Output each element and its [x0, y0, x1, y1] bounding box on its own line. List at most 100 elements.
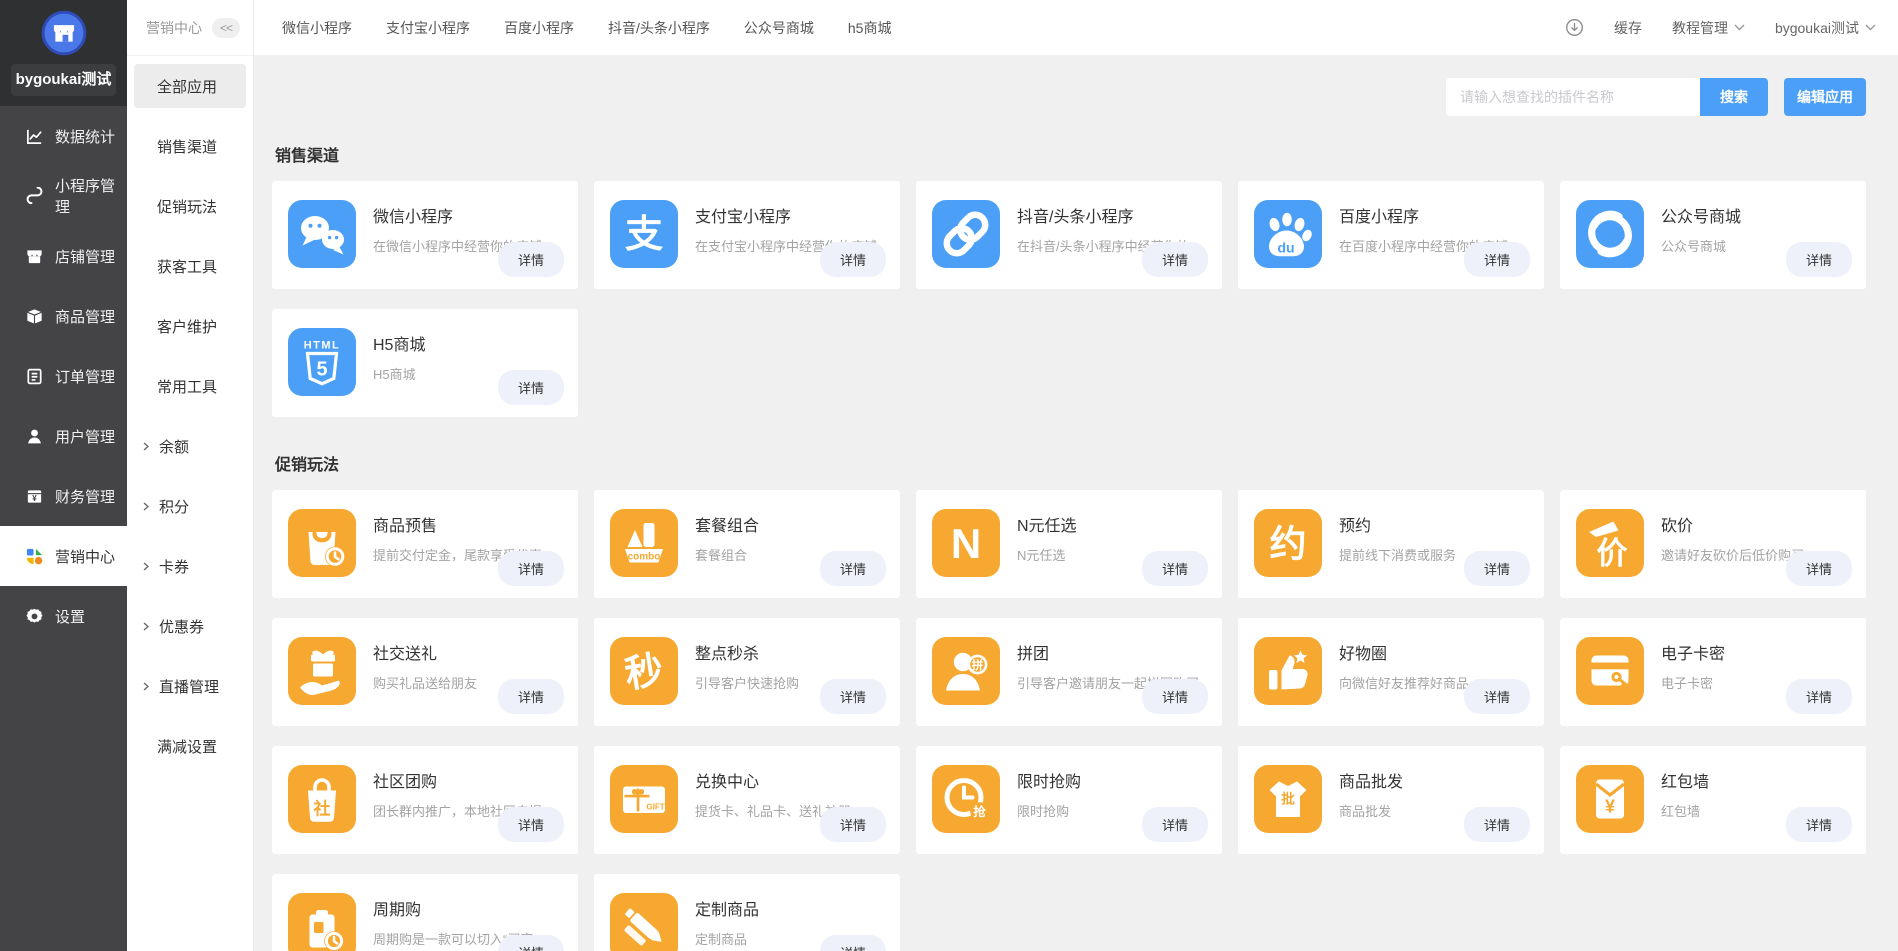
- app-card[interactable]: 价砍价邀请好友砍价后低价购买详情: [1560, 490, 1866, 598]
- card-desc: 购买礼品送给朋友: [373, 673, 477, 692]
- card-detail-button[interactable]: 详情: [1464, 551, 1530, 586]
- marketing-icon: [25, 547, 44, 566]
- app-card[interactable]: 微信小程序在微信小程序中经营你的店铺详情: [272, 181, 578, 289]
- app-card[interactable]: HTML5H5商城H5商城详情: [272, 309, 578, 417]
- cache-link[interactable]: 缓存: [1614, 18, 1642, 38]
- card-detail-button[interactable]: 详情: [1786, 242, 1852, 277]
- app-card[interactable]: 约预约提前线下消费或服务详情: [1238, 490, 1544, 598]
- app-card[interactable]: 拼拼团引导客户邀请朋友一起拼团购买详情: [916, 618, 1222, 726]
- goods-circle-icon: [1254, 637, 1322, 705]
- app-card[interactable]: 好物圈向微信好友推荐好商品详情: [1238, 618, 1544, 726]
- card-detail-button[interactable]: 详情: [498, 242, 564, 277]
- submenu-item[interactable]: 余额: [127, 416, 253, 476]
- app-card[interactable]: 社社区团购团长群内推广，本地社区自提详情: [272, 746, 578, 854]
- platform-tab[interactable]: 公众号商城: [744, 18, 814, 38]
- flash-sale-icon: 抢: [932, 765, 1000, 833]
- tutorial-label: 教程管理: [1672, 18, 1728, 38]
- card-detail-button[interactable]: 详情: [1786, 679, 1852, 714]
- sidebar-item[interactable]: 用户管理: [0, 406, 127, 466]
- sidebar-item[interactable]: 营销中心: [0, 526, 127, 586]
- plugin-search-input[interactable]: [1446, 78, 1700, 116]
- account-menu[interactable]: bygoukai测试: [1775, 18, 1876, 38]
- card-detail-button[interactable]: 详情: [1786, 551, 1852, 586]
- app-card[interactable]: 定制商品定制商品详情: [594, 874, 900, 951]
- card-detail-button[interactable]: 详情: [1786, 807, 1852, 842]
- wholesale-icon: 批: [1254, 765, 1322, 833]
- app-card[interactable]: 抖音/头条小程序在抖音/头条小程序中经营你的…详情: [916, 181, 1222, 289]
- sidebar-item[interactable]: 设置: [0, 586, 127, 646]
- app-card[interactable]: 社交送礼购买礼品送给朋友详情: [272, 618, 578, 726]
- app-card[interactable]: GIFT兑换中心提货卡、礼品卡、送礼神器详情: [594, 746, 900, 854]
- card-detail-button[interactable]: 详情: [498, 679, 564, 714]
- submenu-item[interactable]: 常用工具: [127, 356, 253, 416]
- submenu-item[interactable]: 全部应用: [127, 56, 253, 116]
- card-detail-button[interactable]: 详情: [820, 807, 886, 842]
- tutorial-menu[interactable]: 教程管理: [1672, 18, 1745, 38]
- submenu-item[interactable]: 获客工具: [127, 236, 253, 296]
- download-circle-icon[interactable]: [1565, 18, 1584, 37]
- card-detail-button[interactable]: 详情: [498, 807, 564, 842]
- card-detail-button[interactable]: 详情: [820, 935, 886, 951]
- submenu-item-label: 全部应用: [157, 76, 217, 97]
- submenu-item[interactable]: 满减设置: [127, 716, 253, 776]
- search-button[interactable]: 搜索: [1700, 78, 1768, 116]
- sidebar-item[interactable]: ¥财务管理: [0, 466, 127, 526]
- app-card[interactable]: 周期购周期购是一款可以切入“买家…详情: [272, 874, 578, 951]
- sidebar-item[interactable]: 店铺管理: [0, 226, 127, 286]
- app-card[interactable]: 商品预售提前交付定金，尾款享受优惠详情: [272, 490, 578, 598]
- app-card[interactable]: ¥红包墙红包墙详情: [1560, 746, 1866, 854]
- submenu-item[interactable]: 客户维护: [127, 296, 253, 356]
- sidebar-item[interactable]: 订单管理: [0, 346, 127, 406]
- platform-tab[interactable]: h5商城: [848, 18, 892, 38]
- card-detail-button[interactable]: 详情: [1142, 807, 1208, 842]
- submenu-item[interactable]: 促销玩法: [127, 176, 253, 236]
- platform-tab[interactable]: 百度小程序: [504, 18, 574, 38]
- card-detail-button[interactable]: 详情: [498, 551, 564, 586]
- submenu-item[interactable]: 销售渠道: [127, 116, 253, 176]
- platform-tab[interactable]: 支付宝小程序: [386, 18, 470, 38]
- community-icon: 社: [288, 765, 356, 833]
- sidebar-item[interactable]: 数据统计: [0, 106, 127, 166]
- card-detail-button[interactable]: 详情: [820, 242, 886, 277]
- card-detail-button[interactable]: 详情: [498, 370, 564, 405]
- card-detail-button[interactable]: 详情: [1142, 551, 1208, 586]
- card-detail-button[interactable]: 详情: [1464, 242, 1530, 277]
- app-card[interactable]: combo套餐组合套餐组合详情: [594, 490, 900, 598]
- svg-text:GIFT: GIFT: [646, 803, 664, 812]
- app-card[interactable]: 支支付宝小程序在支付宝小程序中经营你的店铺详情: [594, 181, 900, 289]
- app-card[interactable]: du百度小程序在百度小程序中经营你的店铺详情: [1238, 181, 1544, 289]
- app-card[interactable]: 电子卡密电子卡密详情: [1560, 618, 1866, 726]
- submenu-item[interactable]: 优惠券: [127, 596, 253, 656]
- svg-text:¥: ¥: [1605, 797, 1615, 817]
- edit-apps-button[interactable]: 编辑应用: [1784, 78, 1866, 116]
- submenu-item[interactable]: 卡券: [127, 536, 253, 596]
- chevron-right-icon: [142, 502, 151, 511]
- platform-tab[interactable]: 微信小程序: [282, 18, 352, 38]
- card-desc: 定制商品: [695, 929, 759, 948]
- submenu-item[interactable]: 积分: [127, 476, 253, 536]
- card-detail-button[interactable]: 详情: [1142, 242, 1208, 277]
- chevron-down-icon: [1865, 24, 1876, 31]
- card-detail-button[interactable]: 详情: [820, 551, 886, 586]
- card-detail-button[interactable]: 详情: [1464, 679, 1530, 714]
- sidebar-item[interactable]: 小程序管理: [0, 166, 127, 226]
- submenu-item[interactable]: 直播管理: [127, 656, 253, 716]
- app-card[interactable]: NN元任选N元任选详情: [916, 490, 1222, 598]
- app-card[interactable]: 抢限时抢购限时抢购详情: [916, 746, 1222, 854]
- card-title: 好物圈: [1339, 640, 1469, 664]
- card-detail-button[interactable]: 详情: [498, 935, 564, 951]
- card-detail-button[interactable]: 详情: [820, 679, 886, 714]
- sidebar-item[interactable]: 商品管理: [0, 286, 127, 346]
- sidebar-item-label: 订单管理: [55, 366, 115, 387]
- card-title: 商品预售: [373, 512, 542, 536]
- card-detail-button[interactable]: 详情: [1142, 679, 1208, 714]
- app-card[interactable]: 秒整点秒杀引导客户快速抢购详情: [594, 618, 900, 726]
- app-card[interactable]: 批商品批发商品批发详情: [1238, 746, 1544, 854]
- submenu-active-pill: 全部应用: [134, 64, 246, 108]
- collapse-sidebar-button[interactable]: <<: [212, 18, 240, 38]
- card-body: 限时抢购限时抢购: [1017, 765, 1081, 835]
- platform-tab[interactable]: 抖音/头条小程序: [608, 18, 710, 38]
- card-detail-button[interactable]: 详情: [1464, 807, 1530, 842]
- app-card[interactable]: 公众号商城公众号商城详情: [1560, 181, 1866, 289]
- card-title: 微信小程序: [373, 203, 542, 227]
